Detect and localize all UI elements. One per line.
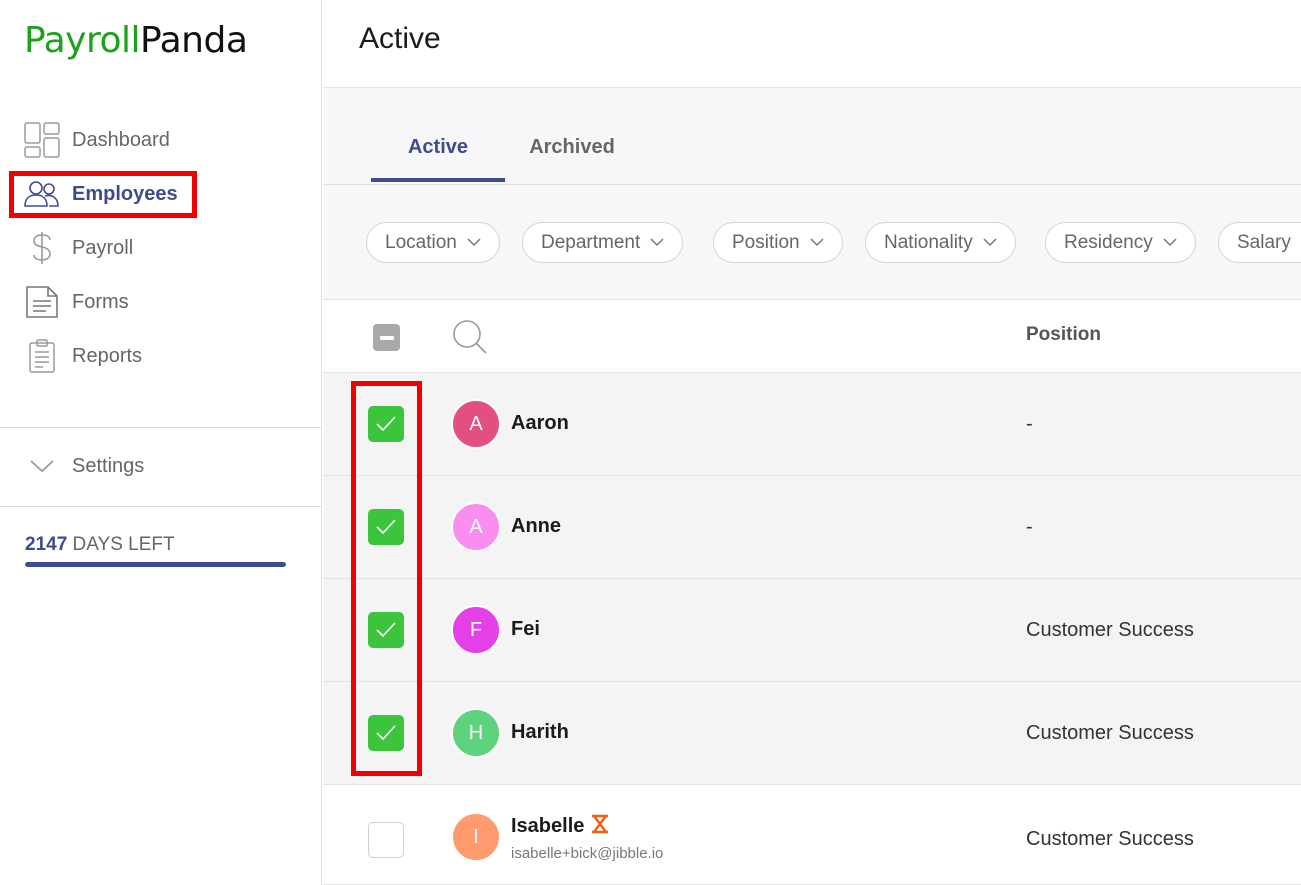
settings-toggle[interactable]: Settings [22,446,144,486]
employee-name[interactable]: Fei [511,618,540,641]
sidebar-item-dashboard[interactable]: Dashboard [22,118,302,162]
employees-icon [22,174,62,214]
days-left-number: 2147 [25,534,68,555]
employee-position: - [1026,413,1033,435]
tab-archived[interactable]: Archived [513,110,631,184]
filter-salary[interactable]: Salary [1218,222,1301,263]
table-row[interactable]: I Isabelle isabelle+bick@jibble.io Custo… [323,785,1301,885]
sidebar-item-label: Forms [72,290,129,313]
avatar: I [451,812,501,862]
employee-name[interactable]: Harith [511,721,569,744]
row-checkbox[interactable] [368,822,404,858]
filter-position[interactable]: Position [713,222,843,263]
logo-part1: Payroll [24,20,141,61]
chevron-down-icon [22,446,62,486]
search-icon[interactable] [451,318,489,361]
days-left-text: DAYS LEFT [67,534,175,555]
table-header: Position [323,299,1301,373]
filter-residency[interactable]: Residency [1045,222,1196,263]
chevron-down-icon [810,238,824,247]
filter-label: Nationality [884,231,973,253]
employee-position: Customer Success [1026,828,1194,850]
sidebar-divider [0,427,322,428]
checkmark-icon [376,519,396,535]
table-row[interactable]: A Aaron - [323,373,1301,476]
sidebar-item-label: Reports [72,344,143,367]
chevron-down-icon [983,238,997,247]
filter-label: Position [732,231,800,253]
employee-email: isabelle+bick@jibble.io [511,845,664,862]
sidebar-item-label: Employees [72,182,178,205]
chevron-down-icon [650,238,664,247]
filter-label: Department [541,231,641,253]
table-row[interactable]: F Fei Customer Success [323,579,1301,682]
sidebar-divider [0,506,322,507]
trial-days-left: 2147 DAYS LEFT [25,534,175,556]
avatar: H [451,708,501,758]
dashboard-icon [22,120,62,160]
logo-part2: Panda [140,20,248,61]
checkmark-icon [376,622,396,638]
row-checkbox[interactable] [368,509,404,545]
sidebar-item-reports[interactable]: Reports [22,334,302,378]
employee-position: Customer Success [1026,722,1194,744]
sidebar-item-employees[interactable]: Employees [22,172,302,216]
table-row[interactable]: A Anne - [323,476,1301,579]
filter-label: Salary [1237,231,1291,253]
filter-department[interactable]: Department [522,222,684,263]
forms-icon [22,282,62,322]
employee-name: Isabelle [511,815,585,837]
page-title: Active [359,22,441,55]
employee-name[interactable]: Aaron [511,412,569,435]
dollar-icon [22,228,62,268]
settings-label: Settings [72,454,145,477]
checkmark-icon [376,416,396,432]
checkmark-icon [376,725,396,741]
days-left-progress-fill [25,562,286,567]
chevron-down-icon [467,238,481,247]
app-logo[interactable]: PayrollPanda [24,20,248,61]
clipboard-icon [22,336,62,376]
main-content: Active Active Archived Location Departme… [323,0,1301,885]
filter-label: Residency [1064,231,1153,253]
row-checkbox[interactable] [368,406,404,442]
row-checkbox[interactable] [368,715,404,751]
sidebar-item-forms[interactable]: Forms [22,280,302,324]
top-bar: Active [323,0,1301,88]
select-all-checkbox[interactable] [373,324,400,351]
avatar: A [451,399,501,449]
tabs-divider [323,184,1301,185]
sidebar-item-payroll[interactable]: Payroll [22,226,302,270]
employee-name-wrap[interactable]: Isabelle [511,814,610,840]
sidebar-item-label: Dashboard [72,128,170,151]
row-checkbox[interactable] [368,612,404,648]
filter-location[interactable]: Location [366,222,500,263]
employee-position: - [1026,516,1033,538]
employee-position: Customer Success [1026,619,1194,641]
hourglass-icon [590,814,610,840]
table-row[interactable]: H Harith Customer Success [323,682,1301,785]
position-column-header[interactable]: Position [1026,324,1101,346]
employee-name[interactable]: Anne [511,515,561,538]
active-tab-indicator [371,178,505,182]
sidebar-item-label: Payroll [72,236,134,259]
days-left-progress [25,562,286,567]
avatar: A [451,502,501,552]
tab-active[interactable]: Active [371,110,505,184]
filter-label: Location [385,231,457,253]
sidebar: PayrollPanda Dashboard Employees Payroll [0,0,322,885]
avatar: F [451,605,501,655]
chevron-down-icon [1163,238,1177,247]
filter-nationality[interactable]: Nationality [865,222,1016,263]
